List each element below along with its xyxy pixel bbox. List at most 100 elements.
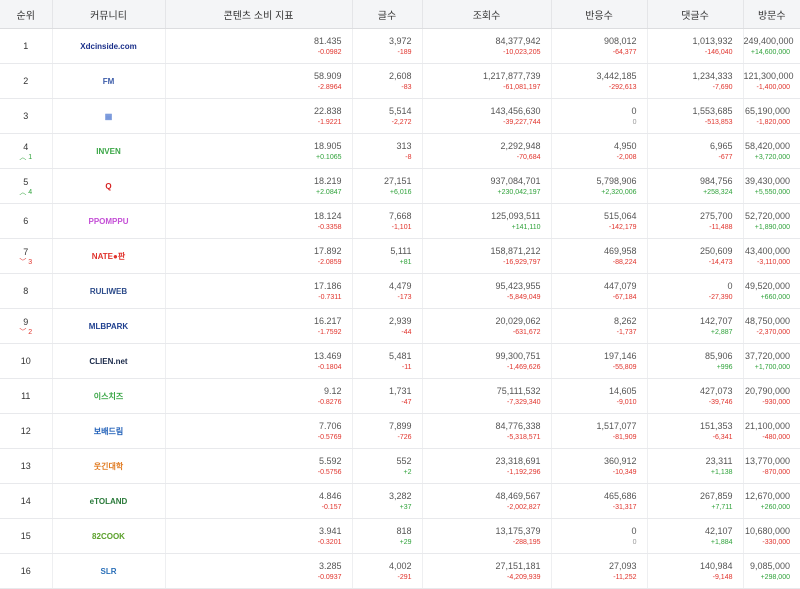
- view-count-delta: -7,329,340: [507, 398, 541, 406]
- etoland-logo[interactable]: eTOLAND: [90, 497, 128, 506]
- comment-count-cell: 23,311 +1,138: [647, 448, 744, 484]
- table-row[interactable]: 10 CLIEN.net 13.469 -0.1804 5,481 -11 99,300,7…: [0, 343, 800, 379]
- comment-count-cell: 267,859 +7,711: [647, 483, 744, 519]
- post-count-delta: -44: [401, 328, 412, 336]
- table-row[interactable]: 12 보배드림 7.706 -0.5769 7,899 -726 84,776,338 -5,…: [0, 413, 800, 449]
- community-cell[interactable]: CLIEN.net: [52, 343, 166, 379]
- humoruniv-logo[interactable]: 웃긴대학: [94, 461, 123, 472]
- post-count-value: 7,668: [388, 210, 412, 221]
- community-cell[interactable]: 82COOK: [52, 518, 166, 554]
- community-cell[interactable]: INVEN: [52, 133, 166, 169]
- comment-count-cell: 250,609 -14,473: [647, 238, 744, 274]
- comment-count-value: 6,965: [709, 140, 733, 151]
- table-row[interactable]: 4 ︿ 1 INVEN 18.905 +0.1065 313 -8 2,292,948 -70,…: [0, 133, 800, 169]
- view-count-value: 23,318,691: [495, 455, 541, 466]
- post-count-value: 5,111: [390, 245, 412, 256]
- reaction-count-cell: 197,146 -55,809: [551, 343, 648, 379]
- column-header-1[interactable]: 커뮤니티: [52, 0, 166, 29]
- fmkorea-logo[interactable]: FM: [103, 77, 115, 86]
- visit-count-delta: +298,000: [760, 573, 790, 581]
- comment-count-delta: +258,324: [703, 188, 733, 196]
- community-cell[interactable]: 보배드림: [52, 413, 166, 449]
- column-header-3[interactable]: 글수: [352, 0, 423, 29]
- table-row[interactable]: 16 SLR 3.285 -0.0937 4,002 -291 27,151,181 -4,2…: [0, 553, 800, 589]
- view-count-cell: 125,093,511 +141,110: [422, 203, 552, 239]
- column-header-5[interactable]: 반응수: [551, 0, 648, 29]
- consumption-index-delta: -0.7311: [318, 293, 342, 301]
- clien-logo[interactable]: CLIEN.net: [89, 357, 127, 366]
- rank-down-indicator: ﹀ 3: [19, 258, 33, 266]
- community-cell[interactable]: Xdcinside.com: [52, 28, 166, 64]
- nate-logo[interactable]: NATE●판: [92, 251, 125, 262]
- table-row[interactable]: 13 웃긴대학 5.592 -0.5756 552 +2 23,318,691 -1,192,…: [0, 448, 800, 484]
- column-header-0[interactable]: 순위: [0, 0, 53, 29]
- community-cell[interactable]: eTOLAND: [52, 483, 166, 519]
- post-count-delta: -8: [405, 153, 412, 161]
- table-row[interactable]: 14 eTOLAND 4.846 -0.157 3,282 +37 48,469,567 -2…: [0, 483, 800, 519]
- visit-count-delta: +14,600,000: [750, 48, 790, 56]
- consumption-index-cell: 18.219 +2.0847: [165, 168, 353, 204]
- reaction-count-delta: -1,737: [616, 328, 637, 336]
- community-cell[interactable]: 웃긴대학: [52, 448, 166, 484]
- view-count-value: 27,151,181: [495, 560, 541, 571]
- comment-count-delta: -11,488: [709, 223, 733, 231]
- mlbpark-logo[interactable]: MLBPARK: [89, 322, 128, 331]
- comment-count-value: 0: [727, 280, 733, 291]
- column-header-7[interactable]: 방문수: [743, 0, 800, 29]
- table-row[interactable]: 5 ︿ 4 Q 18.219 +2.0847 27,151 +6,016 937,084,70…: [0, 168, 800, 204]
- consumption-index-value: 5.592: [318, 455, 342, 466]
- rank-number: 5: [23, 176, 29, 187]
- community-cell[interactable]: ▦: [52, 98, 166, 134]
- table-row[interactable]: 8 RULIWEB 17.186 -0.7311 4,479 -173 95,423,955…: [0, 273, 800, 309]
- column-header-2[interactable]: 콘텐츠 소비 지표: [165, 0, 353, 29]
- consumption-index-delta: -0.8276: [317, 398, 342, 406]
- 82cook-logo[interactable]: 82COOK: [92, 532, 125, 541]
- post-count-value: 3,282: [388, 490, 412, 501]
- circle-q-logo[interactable]: Q: [105, 182, 111, 191]
- reaction-count-value: 4,950: [613, 140, 637, 151]
- community-cell[interactable]: FM: [52, 63, 166, 99]
- table-row[interactable]: 2 FM 58.909 -2.8964 2,608 -83 1,217,877,739 -61…: [0, 63, 800, 99]
- community-cell[interactable]: SLR: [52, 553, 166, 589]
- green-logo[interactable]: 이스치즈: [94, 391, 123, 402]
- community-cell[interactable]: PPOMPPU: [52, 203, 166, 239]
- community-cell[interactable]: MLBPARK: [52, 308, 166, 344]
- table-row[interactable]: 9 ﹀ 2 MLBPARK 16.217 -1.7592 2,939 -44 20,029,0…: [0, 308, 800, 344]
- reaction-count-delta: -10,349: [612, 468, 637, 476]
- slr-logo[interactable]: SLR: [101, 567, 117, 576]
- visit-count-cell: 10,680,000 -330,000: [743, 518, 800, 554]
- table-row[interactable]: 6 PPOMPPU 18.124 -0.3358 7,668 -1,101 125,093,…: [0, 203, 800, 239]
- post-count-cell: 552 +2: [352, 448, 423, 484]
- table-row[interactable]: 7 ﹀ 3 NATE●판 17.892 -2.0859 5,111 +81 158,871,2…: [0, 238, 800, 274]
- post-count-cell: 4,479 -173: [352, 273, 423, 309]
- community-cell[interactable]: RULIWEB: [52, 273, 166, 309]
- community-cell[interactable]: NATE●판: [52, 238, 166, 274]
- rank-number: 6: [23, 216, 29, 226]
- visit-count-delta: -2,370,000: [756, 328, 790, 336]
- consumption-index-value: 13.469: [313, 350, 342, 361]
- grid-logo[interactable]: ▦: [105, 112, 113, 121]
- consumption-index-value: 18.219: [313, 175, 342, 186]
- inven-logo[interactable]: INVEN: [96, 147, 120, 156]
- post-count-delta: -2,272: [391, 118, 412, 126]
- table-row[interactable]: 3 ▦ 22.838 -1.9221 5,514 -2,272 143,456,630 -39…: [0, 98, 800, 134]
- column-header-4[interactable]: 조회수: [422, 0, 552, 29]
- consumption-index-cell: 17.892 -2.0859: [165, 238, 353, 274]
- rank-cell: 6: [0, 203, 53, 239]
- comment-count-cell: 275,700 -11,488: [647, 203, 744, 239]
- ruliweb-logo[interactable]: RULIWEB: [90, 287, 127, 296]
- visit-count-value: 20,790,000: [744, 385, 790, 396]
- view-count-delta: -5,849,049: [507, 293, 541, 301]
- table-row[interactable]: 11 이스치즈 9.12 -0.8276 1,731 -47 75,111,532 -7,32…: [0, 378, 800, 414]
- ppomppu-logo[interactable]: PPOMPPU: [88, 217, 128, 226]
- visit-count-cell: 13,770,000 -870,000: [743, 448, 800, 484]
- table-row[interactable]: 1 Xdcinside.com 81.435 -0.0982 3,972 -189 84,3…: [0, 28, 800, 64]
- dcinside-logo[interactable]: Xdcinside.com: [80, 42, 136, 51]
- visit-count-delta: -1,820,000: [756, 118, 790, 126]
- rank-number: 14: [20, 496, 31, 506]
- table-row[interactable]: 15 82COOK 3.941 -0.3201 818 +29 13,175,379 -288…: [0, 518, 800, 554]
- bobaedream-logo[interactable]: 보배드림: [94, 426, 123, 437]
- column-header-6[interactable]: 댓글수: [647, 0, 744, 29]
- community-cell[interactable]: 이스치즈: [52, 378, 166, 414]
- community-cell[interactable]: Q: [52, 168, 166, 204]
